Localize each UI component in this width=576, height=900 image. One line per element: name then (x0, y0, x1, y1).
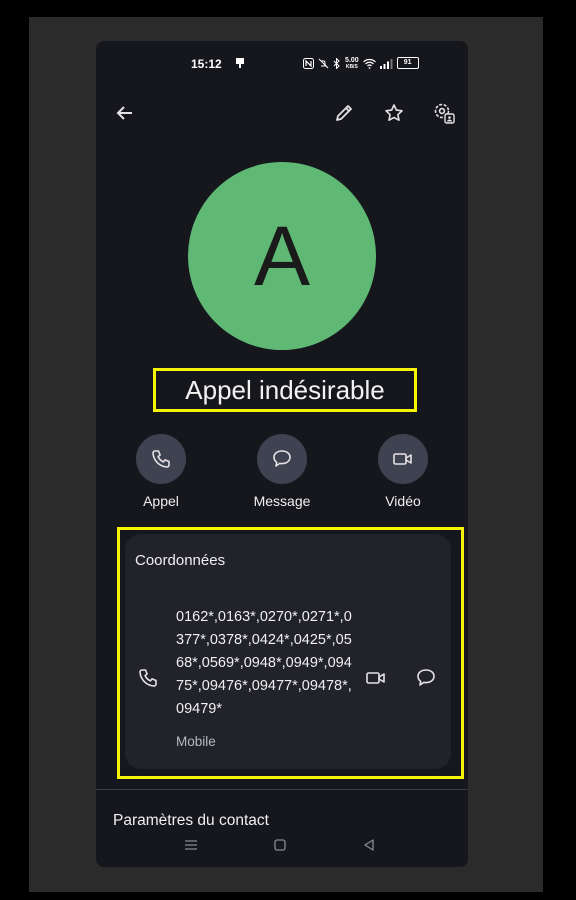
message-action[interactable]: Message (232, 434, 332, 509)
arrow-left-icon (116, 106, 132, 120)
notification-icon (236, 58, 244, 68)
edit-button[interactable] (330, 99, 358, 127)
call-action-button[interactable] (136, 434, 186, 484)
phone-icon (152, 450, 170, 468)
contact-details-card: Coordonnées 0162*,0163*,0270*,0271*,0377… (125, 534, 451, 769)
message-icon (417, 669, 435, 686)
details-highlight: Coordonnées 0162*,0163*,0270*,0271*,0377… (117, 527, 464, 779)
signal-icon (379, 58, 393, 69)
video-icon (366, 672, 385, 684)
contact-name-highlight: Appel indésirable (153, 368, 417, 412)
video-call-number-button[interactable] (365, 667, 387, 694)
details-title: Coordonnées (135, 552, 226, 569)
phone-icon (139, 669, 157, 687)
message-icon (273, 450, 291, 467)
video-action-button[interactable] (378, 434, 428, 484)
battery-indicator: 91 (396, 57, 419, 69)
back-button[interactable] (111, 99, 139, 127)
status-time: 15:12 (191, 57, 222, 71)
video-action-label: Vidéo (385, 493, 421, 509)
home-button[interactable] (270, 835, 290, 855)
mute-icon (318, 58, 329, 68)
pencil-icon (336, 105, 352, 121)
wifi-icon (362, 58, 376, 69)
net-speed: 5.00 KB/S (345, 56, 359, 70)
message-number-button[interactable] (415, 667, 437, 694)
star-icon (385, 104, 403, 121)
contact-avatar: A (188, 162, 376, 350)
recent-apps-button[interactable] (181, 835, 201, 855)
back-nav-button[interactable] (359, 835, 379, 855)
nfc-icon (303, 57, 314, 69)
square-icon (274, 839, 286, 851)
favorite-button[interactable] (380, 99, 408, 127)
phone-screen: 15:12 5.00 KB/S 91 A Appel indésirable A… (96, 41, 468, 867)
menu-icon (185, 840, 197, 850)
bluetooth-icon (333, 57, 340, 69)
contact-settings-heading[interactable]: Paramètres du contact (113, 812, 269, 830)
video-icon (393, 453, 412, 465)
phone-number[interactable]: 0162*,0163*,0270*,0271*,0377*,0378*,0424… (176, 606, 354, 721)
status-bar: 15:12 5.00 KB/S 91 (96, 41, 468, 85)
phone-type: Mobile (176, 734, 216, 749)
status-icons: 5.00 KB/S 91 (303, 55, 419, 71)
call-action-label: Appel (143, 493, 179, 509)
call-number-button[interactable] (137, 667, 159, 694)
message-action-label: Message (253, 493, 311, 509)
contact-settings-button[interactable] (430, 99, 458, 127)
contact-name: Appel indésirable (185, 374, 385, 405)
avatar-initial: A (253, 208, 311, 303)
call-action[interactable]: Appel (111, 434, 211, 509)
message-action-button[interactable] (257, 434, 307, 484)
section-divider (96, 789, 468, 790)
video-action[interactable]: Vidéo (353, 434, 453, 509)
navigation-bar (96, 835, 468, 855)
contact-settings-icon (434, 103, 455, 124)
triangle-back-icon (364, 839, 374, 851)
